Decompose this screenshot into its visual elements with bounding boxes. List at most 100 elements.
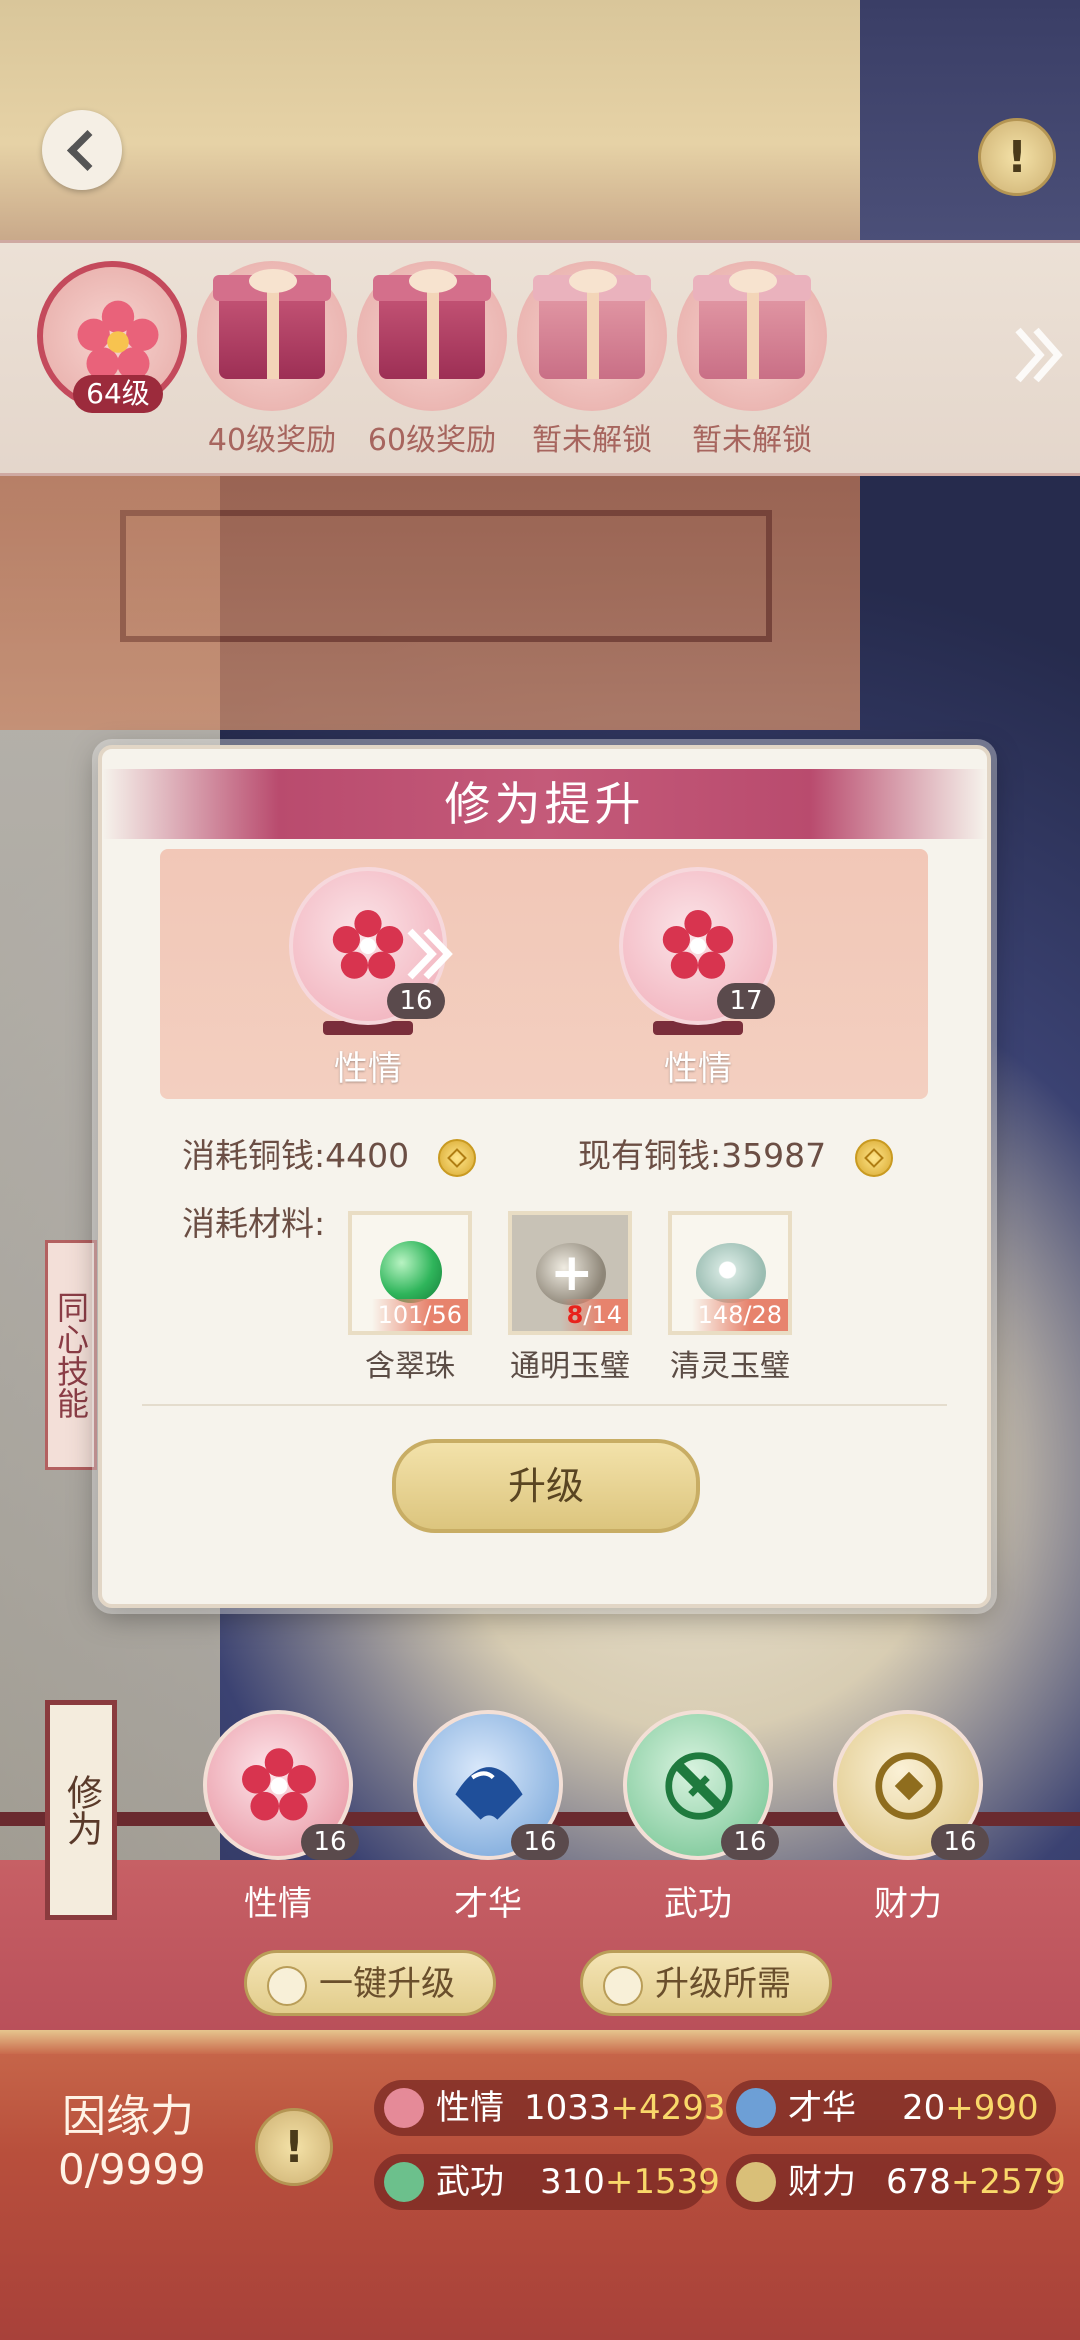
cost-copper: 消耗铜钱:4400 <box>182 1129 476 1177</box>
stat-caihua: 才华 20+990 <box>726 2080 1056 2136</box>
level-badge: 17 <box>717 983 775 1019</box>
gift-box-icon <box>677 261 827 411</box>
material-needed: 14 <box>591 1301 622 1329</box>
stat-caili: 财力 678+2579 <box>726 2154 1066 2210</box>
level-badge: 16 <box>301 1824 359 1860</box>
reward-40[interactable]: 40级奖励 <box>182 261 362 461</box>
attr-circle: 16 <box>203 1710 359 1860</box>
cost-copper-text: 消耗铜钱:4400 <box>182 1136 410 1175</box>
material-count: 8/14 <box>560 1299 628 1331</box>
xiuwei-tab[interactable]: 修为 <box>45 1700 117 1920</box>
yinyuan-value: 0/9999 <box>58 2145 206 2194</box>
reward-60[interactable]: 60级奖励 <box>342 261 522 461</box>
stats-border <box>0 2030 1080 2054</box>
double-chevron-right-icon <box>407 928 453 980</box>
reward-current-level[interactable]: 64级 <box>22 261 202 461</box>
plum-blossom-icon <box>384 2088 424 2128</box>
exclamation-icon: ! <box>283 2121 305 2173</box>
reward-label: 60级奖励 <box>367 423 497 458</box>
up-arrow-icon <box>267 1966 307 2006</box>
reward-locked-2[interactable]: 暂未解锁 <box>662 261 842 461</box>
stat-xingqing: 性情 1033+4293 <box>374 2080 726 2136</box>
back-button[interactable] <box>42 110 122 190</box>
attr-circle: 16 <box>833 1710 989 1860</box>
stat-name: 武功 <box>436 2162 504 2202</box>
background-top-night <box>860 0 1080 240</box>
material-slot-tongming[interactable]: + 8/14 <box>508 1211 632 1335</box>
stat-name: 财力 <box>788 2162 856 2202</box>
stat-base: 310 <box>540 2162 605 2202</box>
one-key-upgrade-label: 一键升级 <box>319 1964 455 2004</box>
plum-blossom-icon <box>242 1748 316 1821</box>
stat-bonus: +4293 <box>610 2088 726 2128</box>
attr-name: 性情 <box>664 1049 732 1089</box>
current-level-badge: 64级 <box>37 261 187 413</box>
attr-name: 性情 <box>334 1049 402 1089</box>
attr-button-wugong[interactable]: 16 武功 <box>618 1710 779 1925</box>
upgrade-requirements-button[interactable]: 升级所需 <box>580 1950 832 2016</box>
plum-blossom-icon <box>662 910 734 979</box>
coin-icon <box>736 2162 776 2202</box>
material-count: 101/56 <box>371 1299 468 1331</box>
yinyuan-info-button[interactable]: ! <box>255 2108 333 2186</box>
cultivation-upgrade-dialog: 修为提升 16 性情 17 性情 消耗铜钱:4400 现有铜钱:35987 消耗… <box>98 745 991 1608</box>
add-icon: + <box>550 1243 594 1303</box>
copper-coin-icon <box>854 1138 893 1177</box>
gift-box-icon <box>197 261 347 411</box>
stack-icon <box>603 1966 643 2006</box>
attr-name: 才华 <box>454 1884 522 1924</box>
stat-value: 1033+4293 <box>524 2080 726 2136</box>
material-name: 清灵玉璧 <box>670 1349 790 1384</box>
fan-icon <box>455 1767 523 1820</box>
stat-value: 678+2579 <box>886 2154 1066 2210</box>
dialog-title: 修为提升 <box>102 769 987 839</box>
sword-icon <box>384 2162 424 2202</box>
stat-value: 310+1539 <box>540 2154 720 2210</box>
reward-label: 暂未解锁 <box>532 423 652 458</box>
tongxin-skill-tab[interactable]: 同心技能 <box>45 1240 97 1470</box>
attr-circle: 16 <box>413 1710 569 1860</box>
reward-label: 暂未解锁 <box>692 423 812 458</box>
stat-value: 20+990 <box>902 2080 1039 2136</box>
info-button[interactable]: ! <box>978 118 1056 196</box>
stat-base: 1033 <box>524 2088 611 2128</box>
chevron-left-icon <box>66 129 108 171</box>
stat-base: 678 <box>886 2162 951 2202</box>
stat-bonus: +990 <box>945 2088 1039 2128</box>
exclamation-icon: ! <box>1006 131 1028 183</box>
upgrade-requirements-label: 升级所需 <box>655 1964 791 2004</box>
level-pill: 64级 <box>73 375 163 413</box>
material-slot-qingling[interactable]: 148/28 <box>668 1211 792 1335</box>
copper-coin-icon <box>437 1138 476 1177</box>
materials-label: 消耗材料: <box>182 1204 326 1243</box>
attr-button-caili[interactable]: 16 财力 <box>828 1710 989 1925</box>
plum-blossom-icon <box>332 910 404 979</box>
upgrade-button[interactable]: 升级 <box>392 1439 700 1533</box>
green-bead-icon <box>380 1241 442 1303</box>
attr-button-xingqing[interactable]: 16 性情 <box>198 1710 359 1925</box>
double-chevron-right-icon[interactable] <box>1010 310 1070 400</box>
level-compare-panel: 16 性情 17 性情 <box>160 849 928 1099</box>
sword-icon <box>665 1752 733 1820</box>
reward-locked-1[interactable]: 暂未解锁 <box>502 261 682 461</box>
attr-orb: 17 <box>619 867 777 1025</box>
material-name: 通明玉璧 <box>510 1349 630 1384</box>
yinyuan-label: 因缘力 <box>62 2091 194 2142</box>
fan-icon <box>736 2088 776 2128</box>
stat-bonus: +2579 <box>950 2162 1066 2202</box>
material-count: 148/28 <box>691 1299 788 1331</box>
one-key-upgrade-button[interactable]: 一键升级 <box>244 1950 496 2016</box>
attr-name: 性情 <box>244 1884 312 1924</box>
divider <box>142 1404 947 1406</box>
attr-button-caihua[interactable]: 16 才华 <box>408 1710 569 1925</box>
attr-name: 财力 <box>874 1884 942 1924</box>
background-pavilion <box>0 470 860 730</box>
material-slot-hancuizhu[interactable]: 101/56 <box>348 1211 472 1335</box>
attr-circle: 16 <box>623 1710 779 1860</box>
stat-base: 20 <box>902 2088 946 2128</box>
attr-after: 17 性情 <box>618 867 778 1090</box>
gift-box-icon <box>357 261 507 411</box>
level-badge: 16 <box>511 1824 569 1860</box>
level-badge: 16 <box>721 1824 779 1860</box>
material-name: 含翠珠 <box>365 1349 455 1384</box>
